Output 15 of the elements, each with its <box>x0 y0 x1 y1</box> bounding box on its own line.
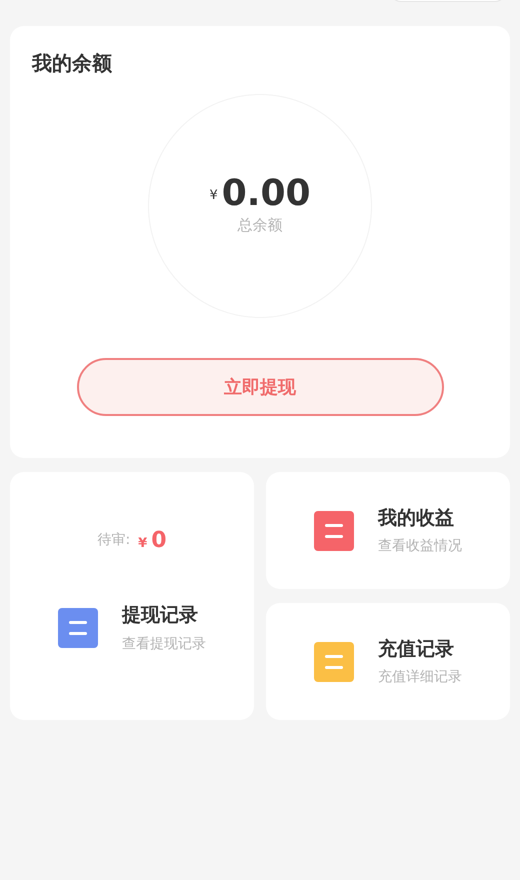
balance-amount: 0.00 <box>222 176 311 212</box>
entry-subtitle: 查看收益情况 <box>378 537 462 556</box>
card-title: 我的余额 <box>32 50 112 77</box>
entry-title: 提现记录 <box>122 603 199 628</box>
pending-amount: ¥ 0 <box>138 527 167 555</box>
entry-title: 充值记录 <box>378 636 455 662</box>
balance-caption: 总余额 <box>238 214 282 236</box>
withdraw-card[interactable]: 待审: ¥ 0 提现记录 查看提现记录 <box>10 472 254 720</box>
entry-subtitle: 查看提现记录 <box>122 634 206 654</box>
entry-title: 我的收益 <box>378 506 455 531</box>
pending-label: 待审: <box>97 531 130 550</box>
record-card[interactable]: 我的收益 查看收益情况 <box>266 472 510 589</box>
entry-subtitle: 充值详细记录 <box>378 668 462 688</box>
currency-symbol: ¥ <box>209 187 218 206</box>
record-card[interactable]: 充值记录 充值详细记录 <box>266 603 510 720</box>
